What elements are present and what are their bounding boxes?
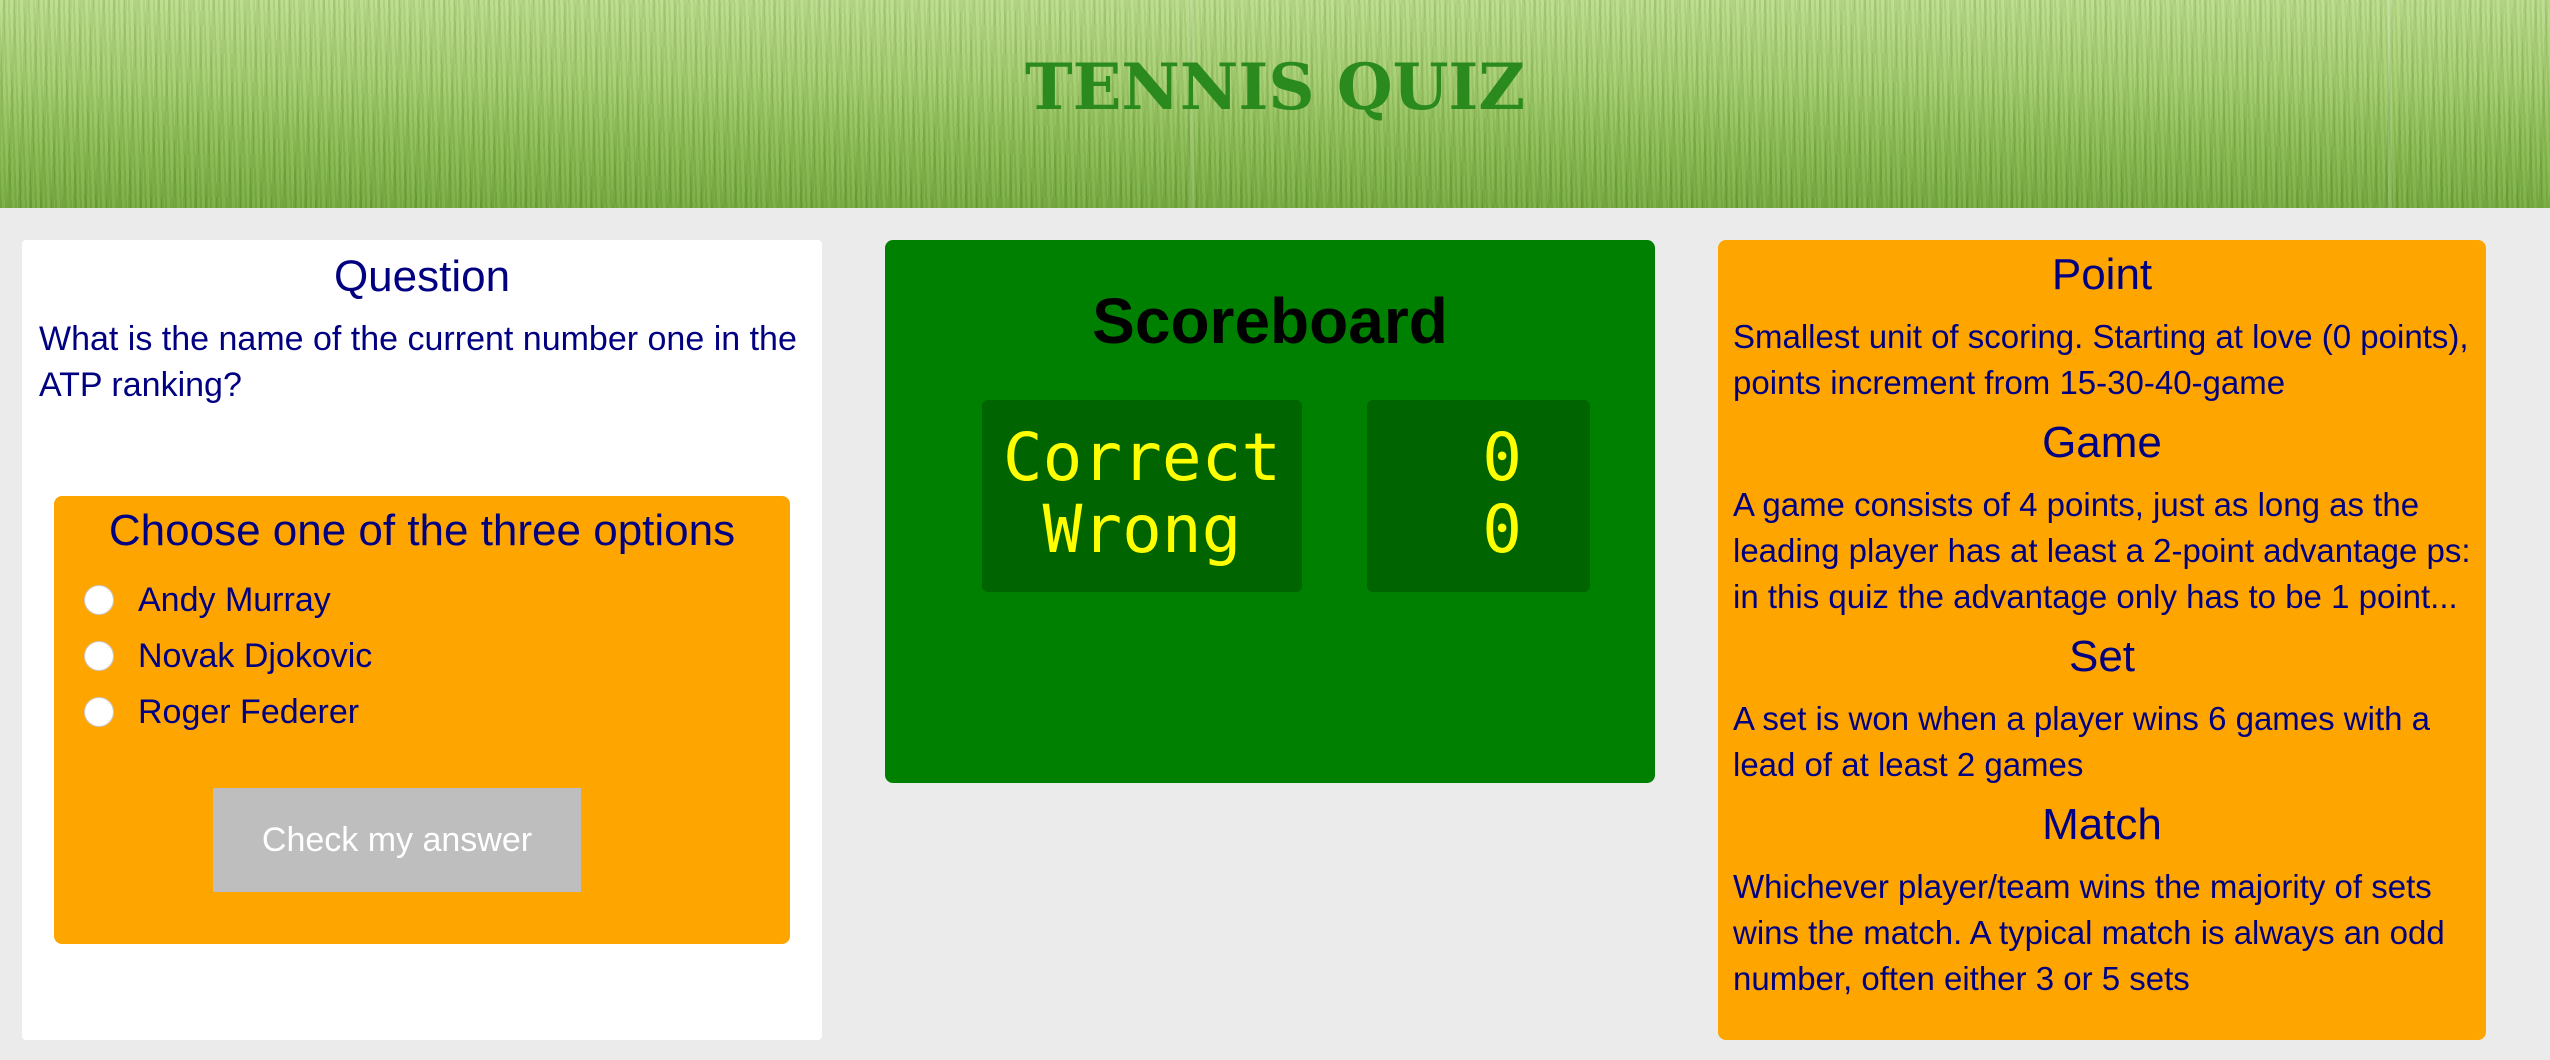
- correct-count: 0: [1482, 419, 1522, 496]
- glossary-definition-match: Whichever player/team wins the majority …: [1733, 868, 2445, 997]
- option-label: Novak Djokovic: [138, 636, 373, 675]
- radio-button[interactable]: [84, 585, 114, 615]
- options-box: Choose one of the three options Andy Mur…: [54, 496, 790, 944]
- page-title: TENNIS QUIZ: [1024, 50, 1526, 125]
- header-banner: TENNIS QUIZ: [0, 0, 2550, 208]
- question-panel: Question What is the name of the current…: [22, 240, 822, 1040]
- question-heading: Question: [333, 252, 511, 301]
- correct-label: Correct: [1002, 419, 1282, 496]
- glossary-term-match: Match: [2042, 800, 2162, 849]
- question-text: What is the name of the current number o…: [39, 320, 797, 404]
- glossary-panel: Point Smallest unit of scoring. Starting…: [1718, 240, 2486, 1040]
- scoreboard-title: Scoreboard: [1092, 285, 1448, 357]
- option-andy-murray[interactable]: Andy Murray: [84, 578, 331, 622]
- option-roger-federer[interactable]: Roger Federer: [84, 690, 359, 734]
- radio-button[interactable]: [84, 641, 114, 671]
- wrong-label: Wrong: [1042, 491, 1242, 568]
- scoreboard-values: 0 0: [1367, 400, 1590, 592]
- scoreboard-panel: Scoreboard Correct Wrong 0 0: [885, 240, 1655, 783]
- radio-button[interactable]: [84, 697, 114, 727]
- check-answer-button[interactable]: Check my answer: [213, 788, 581, 892]
- scoreboard-labels: Correct Wrong: [982, 400, 1302, 592]
- glossary-term-set: Set: [2068, 632, 2136, 681]
- glossary-definition-point: Smallest unit of scoring. Starting at lo…: [1733, 318, 2469, 401]
- glossary-term-point: Point: [2051, 250, 2153, 299]
- option-novak-djokovic[interactable]: Novak Djokovic: [84, 634, 372, 678]
- wrong-count: 0: [1482, 491, 1522, 568]
- glossary-term-game: Game: [2042, 418, 2162, 467]
- glossary-definition-set: A set is won when a player wins 6 games …: [1733, 700, 2431, 783]
- option-label: Roger Federer: [138, 692, 360, 731]
- option-label: Andy Murray: [138, 580, 331, 619]
- glossary-definition-game: A game consists of 4 points, just as lon…: [1733, 486, 2471, 615]
- options-heading: Choose one of the three options: [108, 506, 736, 555]
